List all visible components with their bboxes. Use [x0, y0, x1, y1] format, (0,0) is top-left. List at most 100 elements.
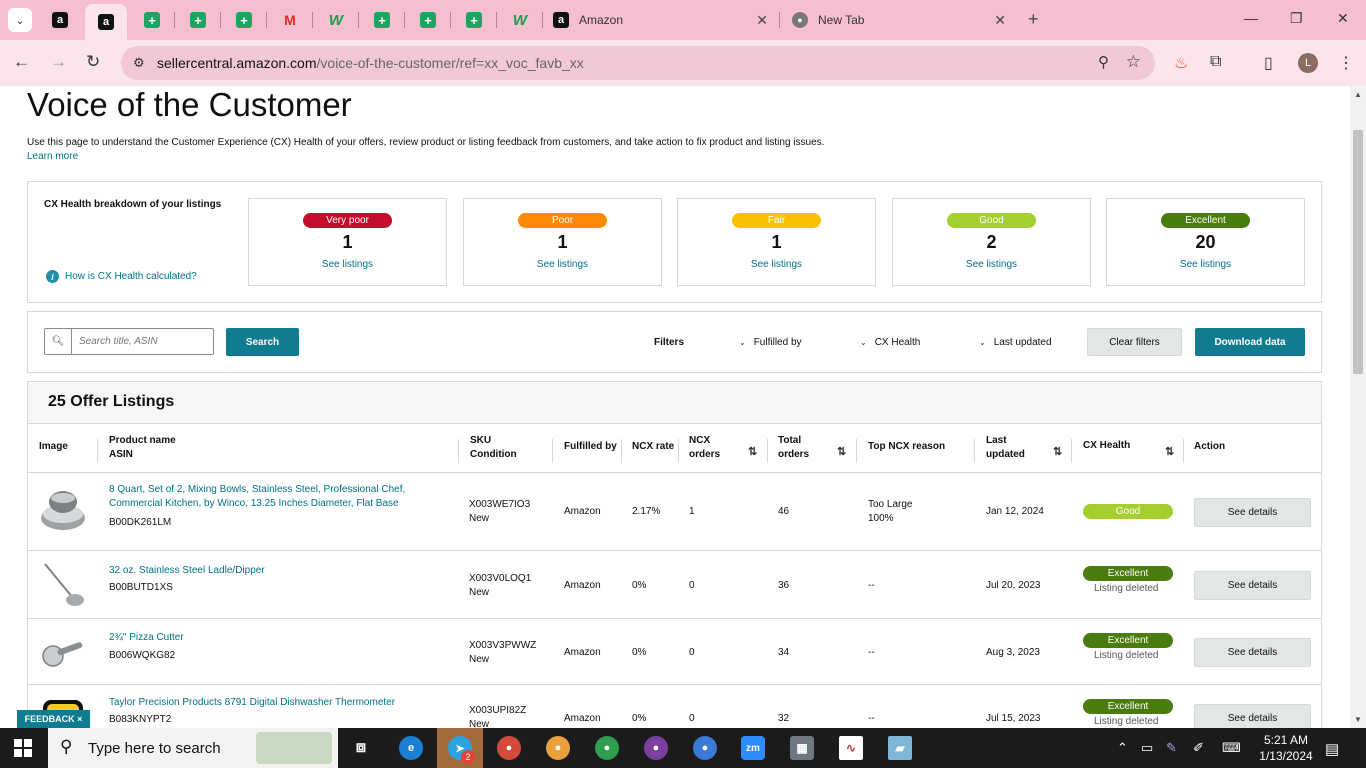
chart-app-icon[interactable]: ∿: [839, 736, 863, 760]
chrome-profile-icon[interactable]: ●: [595, 736, 619, 760]
close-tab-icon[interactable]: ✕: [994, 12, 1006, 29]
zoom-icon[interactable]: ⚲: [1098, 53, 1109, 71]
profile-avatar[interactable]: L: [1298, 53, 1318, 73]
pinned-tab-sheets-2[interactable]: +: [185, 8, 211, 32]
taskbar-clock[interactable]: 5:21 AM 1/13/2024: [1256, 732, 1316, 764]
restore-icon[interactable]: ❐: [1290, 10, 1303, 27]
pinned-tab-amazon[interactable]: a: [47, 8, 73, 32]
cx-health-breakdown: CX Health breakdown of your listings i H…: [27, 181, 1322, 303]
clear-filters-button[interactable]: Clear filters: [1087, 328, 1182, 356]
fulfilled-by-dropdown[interactable]: ⌄ Fulfilled by: [739, 337, 802, 348]
scroll-down-arrow-icon[interactable]: ▼: [1354, 715, 1362, 724]
see-listings-link[interactable]: See listings: [893, 259, 1090, 270]
pinned-tab-sheets-4[interactable]: +: [369, 8, 395, 32]
search-input[interactable]: [72, 329, 213, 354]
side-panel-icon[interactable]: ▯: [1264, 53, 1273, 73]
close-window-icon[interactable]: ✕: [1337, 10, 1349, 27]
product-name-link[interactable]: 8 Quart, Set of 2, Mixing Bowls, Stainle…: [109, 483, 405, 511]
tray-chevron-up-icon[interactable]: ⌃: [1117, 740, 1128, 756]
listing-status: Listing deleted: [1094, 650, 1159, 661]
see-listings-link[interactable]: See listings: [678, 259, 875, 270]
amazon-icon: a: [52, 12, 68, 28]
extensions-puzzle-icon[interactable]: ⧉: [1210, 53, 1221, 71]
forward-arrow-icon[interactable]: →: [50, 52, 67, 72]
feedback-button[interactable]: FEEDBACK ×: [17, 710, 90, 728]
w-app-icon: W: [328, 11, 344, 29]
product-image-ladle[interactable]: [39, 562, 87, 608]
back-arrow-icon[interactable]: ←: [13, 52, 30, 72]
pinned-tab-sheets-3[interactable]: +: [231, 8, 257, 32]
page-scrollbar[interactable]: ▲ ▼: [1350, 86, 1366, 728]
pinned-tab-amazon-active[interactable]: a: [85, 4, 127, 40]
notes-app-icon[interactable]: ▰: [888, 736, 912, 760]
tab-search-chevron-icon[interactable]: ⌄: [8, 8, 32, 32]
pinned-tab-sheets-6[interactable]: +: [461, 8, 487, 32]
calculator-icon[interactable]: ▦: [790, 736, 814, 760]
col-last-updated[interactable]: Last updated: [986, 434, 1025, 462]
col-cx-health[interactable]: CX Health: [1083, 439, 1130, 453]
see-listings-link[interactable]: See listings: [464, 259, 661, 270]
product-image-mixing-bowls[interactable]: [39, 488, 87, 534]
chrome-profile-icon[interactable]: ●: [693, 736, 717, 760]
search-highlight-illustration: [256, 732, 332, 764]
chrome-profile-icon[interactable]: ●: [644, 736, 668, 760]
windows-start-icon[interactable]: [14, 739, 32, 757]
product-name-link[interactable]: 2¾" Pizza Cutter: [109, 631, 184, 645]
see-details-button[interactable]: See details: [1194, 638, 1311, 667]
tab-new-tab[interactable]: ● New Tab ✕: [792, 8, 1006, 32]
chrome-profile-icon[interactable]: ●: [546, 736, 570, 760]
close-tab-icon[interactable]: ✕: [756, 12, 768, 29]
taskbar-search-box[interactable]: ⚲ Type here to search: [48, 728, 338, 768]
cx-breakdown-label: CX Health breakdown of your listings: [44, 199, 222, 210]
scroll-thumb[interactable]: [1353, 130, 1363, 374]
see-details-button[interactable]: See details: [1194, 571, 1311, 600]
tray-network-icon[interactable]: ▭: [1141, 740, 1153, 756]
reload-icon[interactable]: ↻: [86, 52, 100, 72]
pinned-tab-sheets-5[interactable]: +: [415, 8, 441, 32]
chrome-icon[interactable]: ●: [497, 736, 521, 760]
product-name-link[interactable]: Taylor Precision Products 8791 Digital D…: [109, 696, 395, 710]
notifications-icon[interactable]: ▤: [1325, 740, 1339, 758]
zoom-app-icon[interactable]: zm: [741, 736, 765, 760]
pinned-tab-sheets-1[interactable]: +: [139, 8, 165, 32]
address-bar[interactable]: ⚙ sellercentral.amazon.com/voice-of-the-…: [121, 46, 1155, 80]
pinned-tab-w-2[interactable]: W: [507, 8, 533, 32]
learn-more-link[interactable]: Learn more: [27, 151, 78, 162]
see-listings-link[interactable]: See listings: [249, 259, 446, 270]
search-button[interactable]: Search: [226, 328, 299, 356]
cx-how-calculated-link[interactable]: i How is CX Health calculated?: [46, 270, 197, 283]
col-total-orders[interactable]: Total orders: [778, 434, 809, 462]
pinned-tab-gmail[interactable]: M: [277, 8, 303, 32]
filters-label: Filters: [654, 337, 685, 348]
tray-keyboard-icon[interactable]: ⌨: [1222, 740, 1241, 756]
product-name-link[interactable]: 32 oz. Stainless Steel Ladle/Dipper: [109, 564, 265, 578]
last-updated-dropdown[interactable]: ⌄ Last updated: [979, 337, 1052, 348]
edge-icon[interactable]: e: [399, 736, 423, 760]
sort-cx-health-icon[interactable]: ⇅: [1165, 445, 1174, 458]
tray-pen-icon[interactable]: ✎: [1166, 740, 1177, 756]
product-image-pizza-cutter[interactable]: [39, 628, 87, 674]
scroll-up-arrow-icon[interactable]: ▲: [1354, 90, 1362, 99]
sort-last-updated-icon[interactable]: ⇅: [1053, 445, 1062, 458]
cx-health-dropdown[interactable]: ⌄ CX Health: [860, 337, 920, 348]
see-details-button[interactable]: See details: [1194, 498, 1311, 527]
task-view-icon[interactable]: ⧈: [349, 736, 373, 760]
pinned-tab-w-1[interactable]: W: [323, 8, 349, 32]
url-text[interactable]: sellercentral.amazon.com/voice-of-the-cu…: [157, 55, 584, 71]
tray-pen-settings-icon[interactable]: ✐: [1193, 740, 1204, 756]
extension-fire-icon[interactable]: ♨: [1174, 53, 1188, 73]
telegram-taskbar-item[interactable]: ➤ 2: [437, 728, 483, 768]
minimize-icon[interactable]: —: [1244, 10, 1258, 26]
new-tab-plus-icon[interactable]: +: [1028, 9, 1039, 30]
col-ncx-orders[interactable]: NCX orders: [689, 434, 720, 462]
download-data-button[interactable]: Download data: [1195, 328, 1305, 356]
more-menu-icon[interactable]: ⋮: [1338, 53, 1354, 73]
tab-amazon[interactable]: a Amazon ✕: [553, 8, 768, 32]
sort-total-orders-icon[interactable]: ⇅: [837, 445, 846, 458]
search-icon[interactable]: 🔍︎: [45, 329, 72, 354]
site-info-icon[interactable]: ⚙: [133, 55, 145, 71]
see-listings-link[interactable]: See listings: [1107, 259, 1304, 270]
bookmark-star-icon[interactable]: ☆: [1126, 52, 1141, 72]
sort-ncx-orders-icon[interactable]: ⇅: [748, 445, 757, 458]
see-details-button[interactable]: See details: [1194, 704, 1311, 728]
